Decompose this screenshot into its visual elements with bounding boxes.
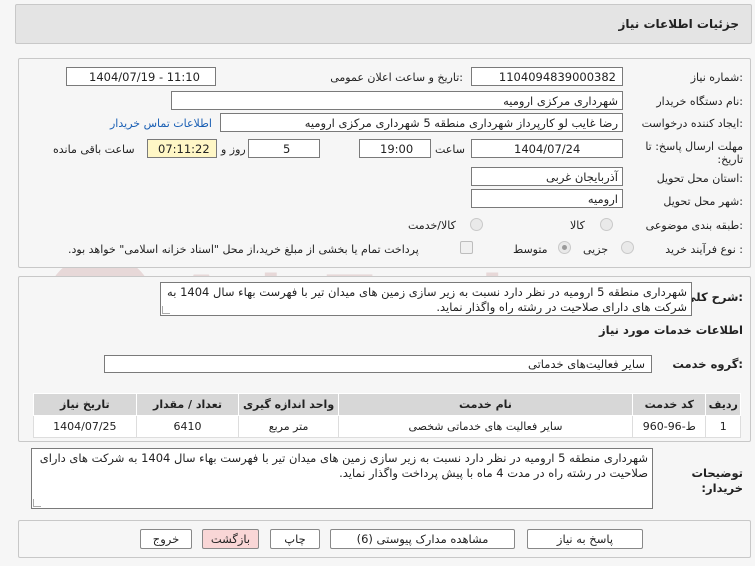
view-attachments-button[interactable]: مشاهده مدارک پیوستی (6) <box>330 529 515 549</box>
cell-quantity: 6410 <box>135 415 240 438</box>
remaining-time-field: 07:11:22 <box>147 139 217 158</box>
col-header-unit: واحد اندازه گیری <box>238 393 339 416</box>
col-header-need-date: تاریخ نیاز <box>33 393 137 416</box>
service-group-label: گروه خدمت: <box>672 357 743 371</box>
need-number-field: 1104094839000382 <box>471 67 623 86</box>
category-option-goods-service: کالا/خدمت <box>408 219 456 232</box>
category-option-goods: کالا <box>570 219 585 232</box>
resize-handle-icon[interactable] <box>162 306 170 314</box>
creator-label: ایجاد کننده درخواست: <box>641 117 743 130</box>
page-title: جزئیات اطلاعات نیاز <box>618 17 739 31</box>
process-option-minor: جزیی <box>583 243 609 256</box>
announce-date-field: 1404/07/19 - 11:10 <box>66 67 216 86</box>
process-radio-medium[interactable] <box>558 241 571 254</box>
print-button[interactable]: چاپ <box>270 529 320 549</box>
cell-service-name: سایر فعالیت های خدماتی شخصی <box>337 415 634 438</box>
days-label: روز و <box>221 143 246 156</box>
category-radio-goods[interactable] <box>600 218 613 231</box>
contact-buyer-link[interactable]: اطلاعات تماس خریدار <box>110 117 212 130</box>
category-label: طبقه بندی موضوعی: <box>645 219 743 232</box>
province-field: آذربایجان غربی <box>471 167 623 186</box>
process-option-medium: متوسط <box>513 243 548 256</box>
process-radio-minor[interactable] <box>621 241 634 254</box>
remaining-time-value: 07:11:22 <box>158 142 210 156</box>
treasury-payment-checkbox[interactable] <box>460 241 473 254</box>
description-textarea[interactable]: شهرداری منطقه 5 ارومیه در نظر دارد نسبت … <box>160 282 692 316</box>
deadline-date-field: 1404/07/24 <box>471 139 623 158</box>
resize-handle-icon[interactable] <box>33 499 41 507</box>
col-header-service-code: کد خدمت <box>632 393 707 416</box>
col-header-row-number: ردیف <box>705 393 741 416</box>
buyer-org-value: شهرداری مرکزی ارومیه <box>503 94 618 108</box>
header-panel: جزئیات اطلاعات نیاز <box>15 4 752 44</box>
buyer-notes-label: توضیحات خریدار: <box>691 466 744 495</box>
province-value: آذربایجان غربی <box>546 170 618 184</box>
service-group-value: سایر فعالیت‌های خدماتی <box>528 357 645 371</box>
service-group-field: سایر فعالیت‌های خدماتی <box>104 355 652 373</box>
announce-date-value: 1404/07/19 - 11:10 <box>89 70 200 84</box>
cell-service-code: ط-96-960 <box>632 415 707 438</box>
deadline-hour-label: ساعت <box>435 143 465 156</box>
city-label: شهر محل تحویل: <box>663 195 743 208</box>
payment-note: پرداخت تمام یا بخشی از مبلغ خرید،از محل … <box>68 243 419 256</box>
need-number-label: شماره نیاز: <box>690 71 743 84</box>
back-button[interactable]: بازگشت <box>202 529 259 549</box>
category-radio-goods-service[interactable] <box>470 218 483 231</box>
exit-button[interactable]: خروج <box>140 529 192 549</box>
description-text: شهرداری منطقه 5 ارومیه در نظر دارد نسبت … <box>167 285 687 314</box>
buyer-org-label: نام دستگاه خریدار: <box>656 95 743 108</box>
cell-need-date: 1404/07/25 <box>33 415 137 438</box>
deadline-label: مهلت ارسال پاسخ: تا تاریخ: <box>645 140 743 166</box>
city-field: ارومیه <box>471 189 623 208</box>
deadline-time-field: 19:00 <box>359 139 431 158</box>
cell-row-number: 1 <box>705 415 741 438</box>
deadline-time-value: 19:00 <box>380 142 414 156</box>
deadline-date-value: 1404/07/24 <box>514 142 581 156</box>
services-section-title: اطلاعات خدمات مورد نیاز <box>599 323 743 337</box>
reply-button[interactable]: پاسخ به نیاز <box>527 529 643 549</box>
process-label: نوع فرآیند خرید : <box>665 243 743 256</box>
days-value: 5 <box>283 142 291 156</box>
cell-unit: متر مربع <box>238 415 339 438</box>
buyer-org-field: شهرداری مرکزی ارومیه <box>171 91 623 110</box>
days-field: 5 <box>248 139 320 158</box>
city-value: ارومیه <box>587 192 618 206</box>
table-header-row: ردیف کد خدمت نام خدمت واحد اندازه گیری ت… <box>33 393 741 416</box>
buyer-notes-text: شهرداری منطقه 5 ارومیه در نظر دارد نسبت … <box>39 451 648 480</box>
announce-date-label: تاریخ و ساعت اعلان عمومی: <box>330 71 463 84</box>
col-header-quantity: تعداد / مقدار <box>135 393 240 416</box>
table-row: 1 ط-96-960 سایر فعالیت های خدماتی شخصی م… <box>33 415 741 438</box>
buyer-notes-textarea[interactable]: شهرداری منطقه 5 ارومیه در نظر دارد نسبت … <box>31 448 653 509</box>
province-label: استان محل تحویل: <box>656 172 743 185</box>
creator-field: رضا غایب لو کارپرداز شهرداری منطقه 5 شهر… <box>220 113 623 132</box>
col-header-service-name: نام خدمت <box>337 393 634 416</box>
creator-value: رضا غایب لو کارپرداز شهرداری منطقه 5 شهر… <box>304 116 618 130</box>
remaining-label: ساعت باقی مانده <box>53 143 135 156</box>
need-number-value: 1104094839000382 <box>498 70 616 84</box>
services-table: ردیف کد خدمت نام خدمت واحد اندازه گیری ت… <box>33 393 741 438</box>
